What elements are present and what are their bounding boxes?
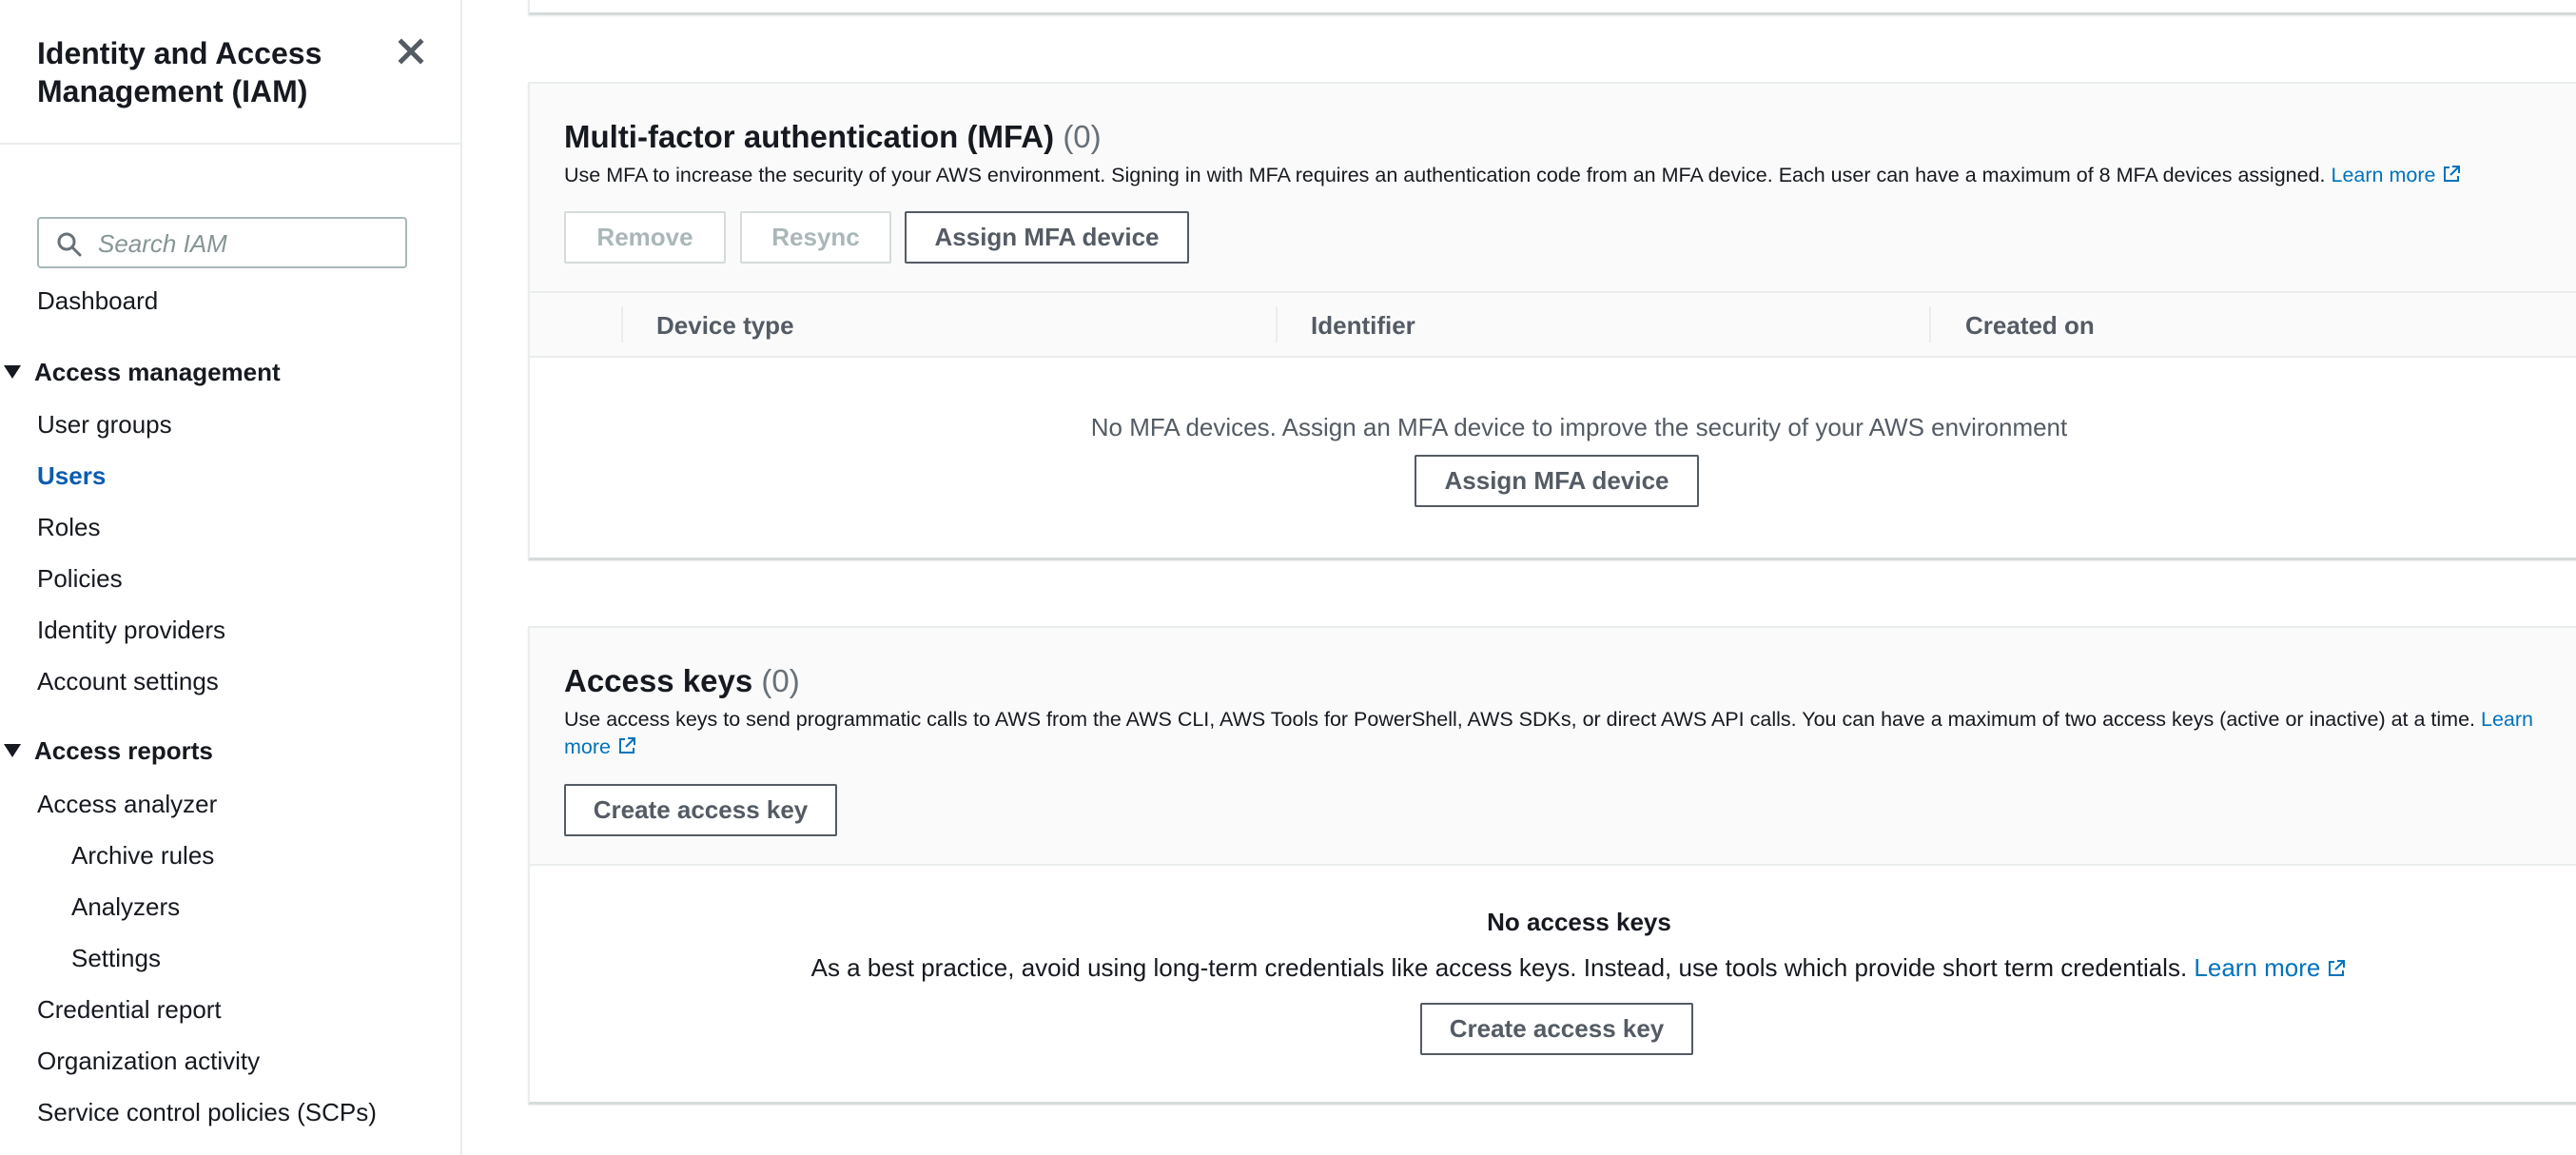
- sidebar-item-user-groups[interactable]: User groups: [37, 409, 172, 440]
- access-keys-title: Access keys (0): [564, 662, 800, 700]
- access-keys-learn-more-link-cont[interactable]: more: [564, 735, 637, 758]
- access-keys-empty-body: As a best practice, avoid using long-ter…: [530, 953, 2576, 983]
- search-input[interactable]: [96, 226, 395, 261]
- sidebar-item-credential-report[interactable]: Credential report: [37, 994, 222, 1025]
- column-divider: [621, 306, 623, 343]
- access-keys-empty-learn-more-link[interactable]: Learn more: [2194, 953, 2347, 982]
- mfa-description: Use MFA to increase the security of your…: [564, 162, 2562, 189]
- sidebar-item-policies[interactable]: Policies: [37, 563, 123, 594]
- create-access-key-button[interactable]: Create access key: [564, 784, 837, 836]
- caret-down-icon[interactable]: [4, 744, 21, 757]
- sidebar-item-identity-providers[interactable]: Identity providers: [37, 615, 225, 645]
- column-created-on[interactable]: Created on: [1965, 311, 2095, 341]
- main-content: Multi-factor authentication (MFA) (0) Us…: [462, 0, 2576, 1155]
- mfa-title: Multi-factor authentication (MFA) (0): [564, 118, 1102, 156]
- close-icon[interactable]: [396, 36, 426, 67]
- mfa-learn-more-link[interactable]: Learn more: [2331, 164, 2462, 186]
- section-access-management[interactable]: Access management: [34, 357, 281, 387]
- column-divider: [1929, 306, 1931, 343]
- column-identifier[interactable]: Identifier: [1311, 311, 1415, 341]
- mfa-panel: Multi-factor authentication (MFA) (0) Us…: [528, 82, 2576, 560]
- mfa-count: (0): [1063, 119, 1102, 154]
- assign-mfa-device-button[interactable]: Assign MFA device: [905, 211, 1189, 264]
- resync-button[interactable]: Resync: [740, 211, 891, 264]
- search-box[interactable]: [37, 217, 407, 268]
- access-keys-panel: Access keys (0) Use access keys to send …: [528, 626, 2576, 1105]
- sidebar-item-account-settings[interactable]: Account settings: [37, 666, 219, 696]
- external-link-icon: [618, 737, 635, 754]
- column-divider: [1276, 306, 1278, 343]
- search-icon: [57, 232, 82, 257]
- access-keys-learn-more-label: more: [564, 735, 611, 758]
- sidebar-item-access-analyzer[interactable]: Access analyzer: [37, 789, 217, 819]
- sidebar-item-analyzers[interactable]: Analyzers: [71, 891, 180, 922]
- sidebar-item-users[interactable]: Users: [37, 460, 106, 491]
- create-access-key-empty-button[interactable]: Create access key: [1420, 1003, 1693, 1055]
- sidebar-item-scps[interactable]: Service control policies (SCPs): [37, 1097, 377, 1127]
- access-keys-description-text: Use access keys to send programmatic cal…: [564, 708, 2476, 731]
- mfa-empty-text: No MFA devices. Assign an MFA device to …: [1090, 413, 2068, 441]
- access-keys-empty-learn-more-label: Learn more: [2194, 953, 2321, 982]
- sidebar-item-dashboard[interactable]: Dashboard: [37, 285, 158, 316]
- caret-down-icon[interactable]: [4, 365, 21, 379]
- access-keys-description-line2: more: [564, 734, 637, 761]
- access-keys-divider: [530, 864, 2576, 866]
- mfa-title-text: Multi-factor authentication (MFA): [564, 119, 1055, 154]
- remove-button[interactable]: Remove: [564, 211, 726, 264]
- access-keys-learn-more-link[interactable]: Learn: [2481, 708, 2533, 731]
- column-device-type[interactable]: Device type: [656, 311, 794, 341]
- access-keys-description: Use access keys to send programmatic cal…: [564, 706, 2571, 734]
- sidebar-divider: [0, 143, 462, 145]
- sidebar-item-roles[interactable]: Roles: [37, 512, 100, 542]
- external-link-icon: [2329, 960, 2346, 976]
- mfa-learn-more-label: Learn more: [2331, 164, 2436, 186]
- previous-panel-edge: [528, 0, 2576, 15]
- external-link-icon: [2444, 166, 2461, 182]
- mfa-table-header: Device type Identifier Created on: [530, 291, 2576, 358]
- assign-mfa-device-empty-button[interactable]: Assign MFA device: [1415, 455, 1699, 507]
- sidebar-item-analyzer-settings[interactable]: Settings: [71, 943, 161, 973]
- sidebar: Identity and Access Management (IAM) Das…: [0, 0, 462, 1155]
- access-keys-empty-title: No access keys: [1487, 908, 1671, 936]
- sidebar-item-organization-activity[interactable]: Organization activity: [37, 1046, 260, 1076]
- access-keys-title-text: Access keys: [564, 663, 753, 698]
- access-keys-count: (0): [761, 663, 800, 698]
- access-keys-empty-body-text: As a best practice, avoid using long-ter…: [810, 953, 2188, 982]
- section-access-reports[interactable]: Access reports: [34, 735, 213, 766]
- sidebar-title: Identity and Access Management (IAM): [37, 36, 322, 108]
- sidebar-item-archive-rules[interactable]: Archive rules: [71, 840, 214, 871]
- mfa-description-text: Use MFA to increase the security of your…: [564, 164, 2326, 186]
